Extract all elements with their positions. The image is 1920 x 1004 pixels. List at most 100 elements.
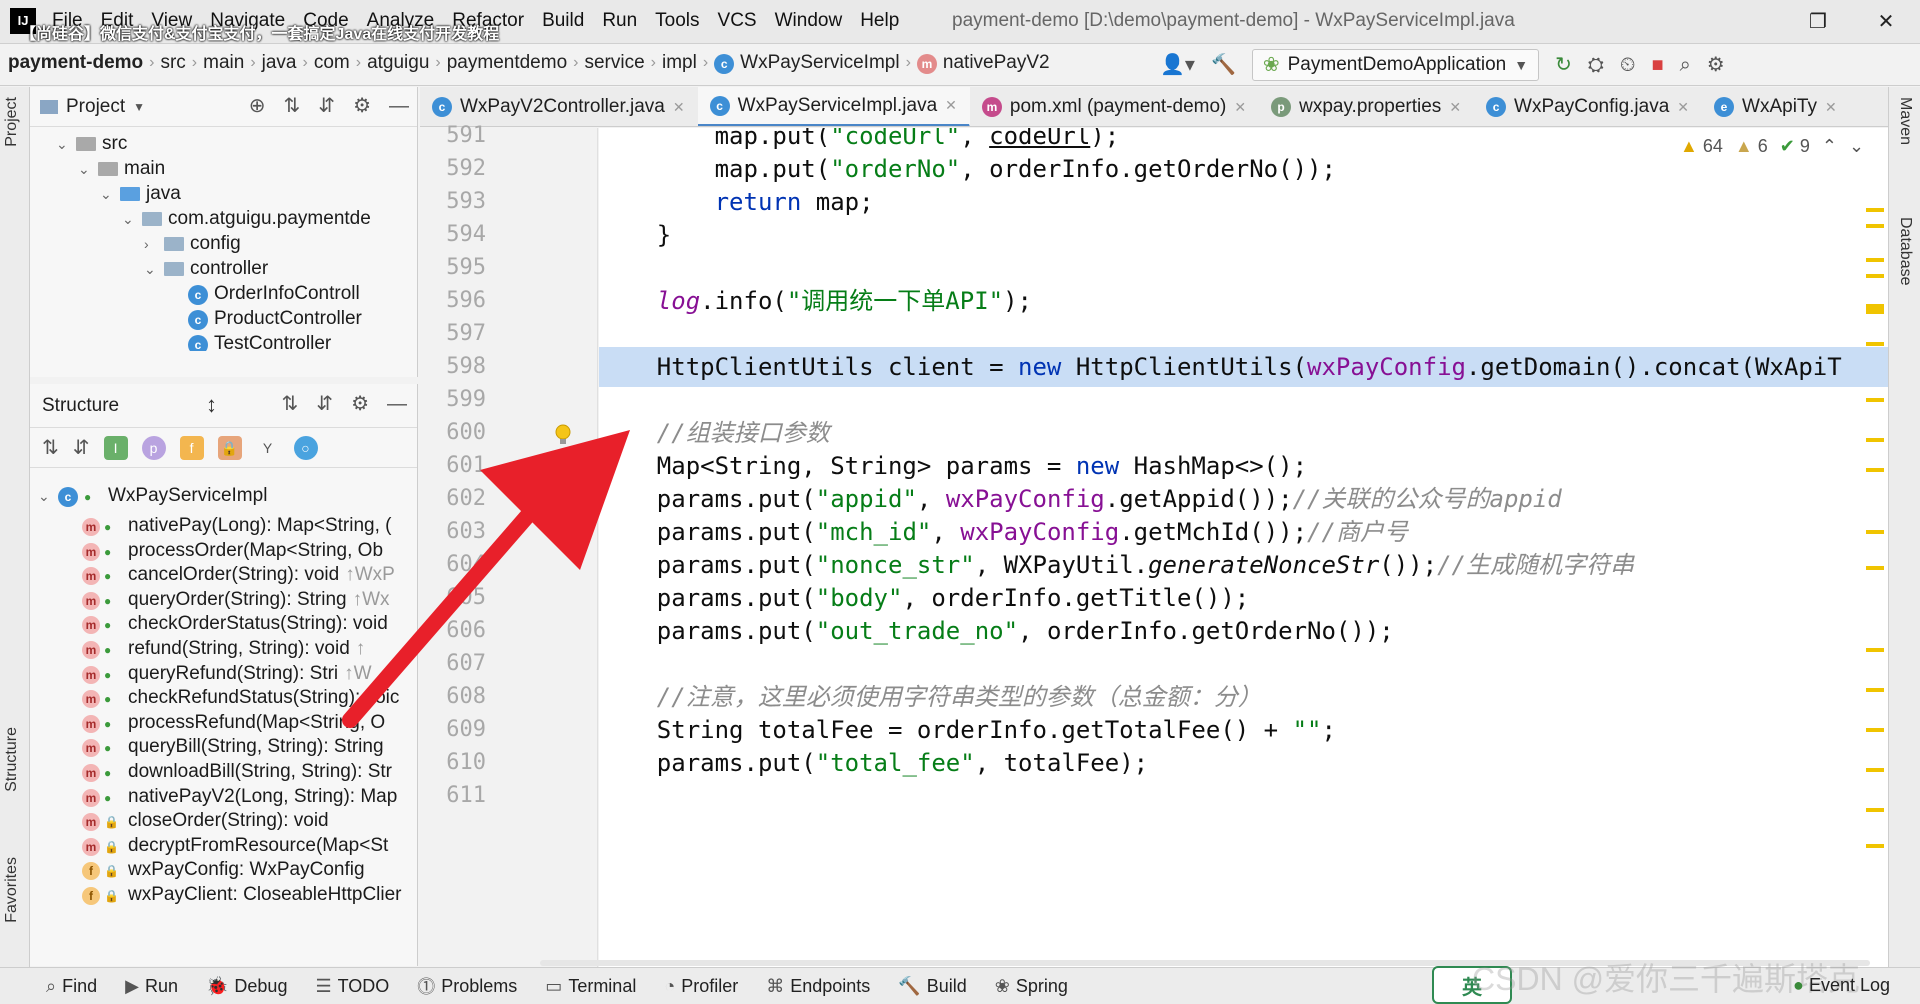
- breadcrumb-main[interactable]: main: [197, 52, 250, 74]
- sort-by-visibility-icon[interactable]: ⇵: [73, 438, 90, 458]
- close-tab-icon[interactable]: ✕: [945, 97, 957, 114]
- project-panel: Project ▼ ⊕ ⇅ ⇵ ⚙ — ⌄ src ⌄ main ⌄ java ⌄ co…: [30, 87, 418, 377]
- find-icon: ⌕: [46, 975, 57, 996]
- profile-icon[interactable]: ⏲: [1620, 55, 1636, 75]
- menu-window[interactable]: Window: [775, 10, 843, 32]
- show-inherited-icon[interactable]: I: [103, 435, 128, 460]
- tool-debug-button[interactable]: 🐞 Debug: [206, 976, 287, 997]
- maven-tool-tab[interactable]: Maven: [1896, 97, 1914, 145]
- expand-all-icon[interactable]: ⇅: [282, 394, 299, 414]
- event-log-button[interactable]: ● Event Log: [1793, 975, 1890, 996]
- gear-icon[interactable]: ⚙: [353, 96, 371, 116]
- breadcrumb-paymentdemo[interactable]: paymentdemo: [441, 52, 573, 74]
- hammer-build-icon[interactable]: 🔨: [1211, 55, 1236, 75]
- class-icon: c: [188, 285, 208, 305]
- line-number: 611: [446, 783, 486, 808]
- debug-icon[interactable]: ⛭: [1588, 55, 1604, 75]
- close-tab-icon[interactable]: ✕: [1825, 99, 1837, 116]
- favorites-tool-tab[interactable]: Favorites: [3, 857, 21, 923]
- debug-icon: 🐞: [205, 975, 229, 996]
- project-panel-title[interactable]: Project: [66, 96, 125, 118]
- tool-spring-button[interactable]: ❀ Spring: [995, 976, 1068, 997]
- menu-vcs[interactable]: VCS: [718, 10, 757, 32]
- tool-endpoints-button[interactable]: ⌘ Endpoints: [766, 976, 870, 997]
- tool-todo-button[interactable]: ☰ TODO: [315, 976, 389, 997]
- tool-find-button[interactable]: ⌕ Find: [46, 976, 97, 997]
- event-log-icon: ●: [1793, 975, 1804, 995]
- hide-icon[interactable]: —: [387, 394, 407, 414]
- editor-tab[interactable]: c WxPayConfig.java ✕: [1474, 87, 1702, 126]
- run-configuration-select[interactable]: ❀ PaymentDemoApplication ▼: [1251, 49, 1540, 81]
- package-icon: [142, 211, 162, 226]
- menu-help[interactable]: Help: [860, 10, 899, 32]
- editor-tab[interactable]: p wxpay.properties ✕: [1259, 87, 1474, 126]
- gear-icon[interactable]: ⚙: [351, 394, 369, 414]
- breadcrumb-java[interactable]: java: [256, 52, 303, 74]
- left-tool-strip: Project Structure Favorites: [0, 87, 30, 967]
- settings-icon[interactable]: ⚙: [1707, 55, 1725, 75]
- tree-item-testcontroller[interactable]: c TestController: [188, 329, 331, 351]
- structure-tool-tab[interactable]: Structure: [3, 727, 21, 792]
- user-icon[interactable]: 👤▾: [1160, 55, 1195, 75]
- collapse-all-icon[interactable]: ⇵: [316, 394, 333, 414]
- breadcrumb-class[interactable]: c WxPayServiceImpl: [708, 52, 905, 74]
- project-tool-tab[interactable]: Project: [3, 97, 21, 147]
- breadcrumb-project[interactable]: payment-demo: [8, 52, 149, 74]
- tool-terminal-button[interactable]: ▭ Terminal: [545, 976, 636, 997]
- line-number-gutter: 591 592 593 594 595 596 597 598 599 600 601 602 603 6…: [420, 123, 598, 967]
- editor-tab[interactable]: c WxPayServiceImpl.java ✕: [697, 87, 970, 126]
- breadcrumb-method[interactable]: m nativePayV2: [911, 52, 1056, 74]
- breadcrumb-class-label: WxPayServiceImpl: [740, 52, 900, 73]
- stop-icon[interactable]: ■: [1651, 55, 1663, 75]
- close-tab-icon[interactable]: ✕: [1449, 99, 1461, 116]
- sort-alphabetically-icon[interactable]: ⇅: [42, 438, 59, 458]
- tool-label: Profiler: [681, 975, 739, 996]
- hide-icon[interactable]: —: [389, 96, 409, 116]
- lightbulb-icon[interactable]: [554, 424, 572, 446]
- close-window-button[interactable]: ✕: [1852, 0, 1920, 44]
- tool-build-button[interactable]: 🔨 Build: [898, 976, 966, 997]
- menu-build[interactable]: Build: [542, 10, 584, 32]
- expand-all-icon[interactable]: ⇅: [284, 96, 301, 116]
- tool-run-button[interactable]: ▶ Run: [125, 976, 178, 997]
- editor-tab-label: WxPayV2Controller.java: [460, 96, 665, 117]
- rerun-icon[interactable]: ↻: [1555, 55, 1572, 75]
- stripe-mark: [1866, 648, 1884, 652]
- show-non-public-icon[interactable]: 🔒: [217, 435, 242, 460]
- show-lambdas-icon[interactable]: Y: [256, 436, 280, 460]
- breadcrumb-atguigu[interactable]: atguigu: [361, 52, 435, 74]
- menu-run[interactable]: Run: [602, 10, 637, 32]
- restore-window-button[interactable]: ❐: [1784, 0, 1852, 44]
- chevron-up-icon[interactable]: ⌃: [1822, 136, 1837, 157]
- breadcrumb-com[interactable]: com: [308, 52, 356, 74]
- chevron-down-icon[interactable]: ▼: [133, 100, 145, 114]
- folder-icon: [98, 161, 118, 176]
- locate-icon[interactable]: ⊕: [249, 96, 266, 116]
- menu-tools[interactable]: Tools: [655, 10, 699, 32]
- stripe-mark: [1866, 566, 1884, 570]
- structure-member-label: downloadBill(String, String): Str: [128, 761, 392, 782]
- breadcrumb-src[interactable]: src: [154, 52, 191, 74]
- search-everywhere-icon[interactable]: ⌕: [1680, 55, 1691, 75]
- error-stripe[interactable]: [1860, 128, 1888, 967]
- typo-count-value: 9: [1799, 136, 1810, 156]
- inspection-widget[interactable]: ▲ 64 ▲ 6 ✔ 9 ⌃ ⌄: [1680, 136, 1865, 157]
- close-tab-icon[interactable]: ✕: [1234, 99, 1246, 116]
- breadcrumb-service[interactable]: service: [578, 52, 650, 74]
- anonymous-classes-icon[interactable]: ○: [293, 435, 318, 460]
- breadcrumb-impl[interactable]: impl: [656, 52, 703, 74]
- structure-member[interactable]: f 🔒 wxPayClient: CloseableHttpClier: [82, 880, 402, 910]
- database-tool-tab[interactable]: Database: [1896, 217, 1914, 286]
- close-tab-icon[interactable]: ✕: [673, 99, 685, 116]
- chevron-down-icon: ⌄: [144, 261, 156, 277]
- close-tab-icon[interactable]: ✕: [1677, 99, 1689, 116]
- show-properties-icon[interactable]: p: [141, 435, 166, 460]
- editor-tab[interactable]: m pom.xml (payment-demo) ✕: [970, 87, 1259, 126]
- tool-profiler-button[interactable]: ◔ Profiler: [664, 976, 738, 997]
- code-editor[interactable]: map.put("codeUrl", codeUrl); map.put("or…: [599, 128, 1888, 967]
- structure-root-class[interactable]: ⌄ c ● WxPayServiceImpl: [38, 481, 267, 511]
- tool-problems-button[interactable]: ⓵ Problems: [417, 973, 517, 999]
- show-fields-icon[interactable]: f: [179, 435, 204, 460]
- editor-tab[interactable]: e WxApiTy ✕: [1702, 87, 1850, 126]
- collapse-all-icon[interactable]: ⇵: [318, 96, 335, 116]
